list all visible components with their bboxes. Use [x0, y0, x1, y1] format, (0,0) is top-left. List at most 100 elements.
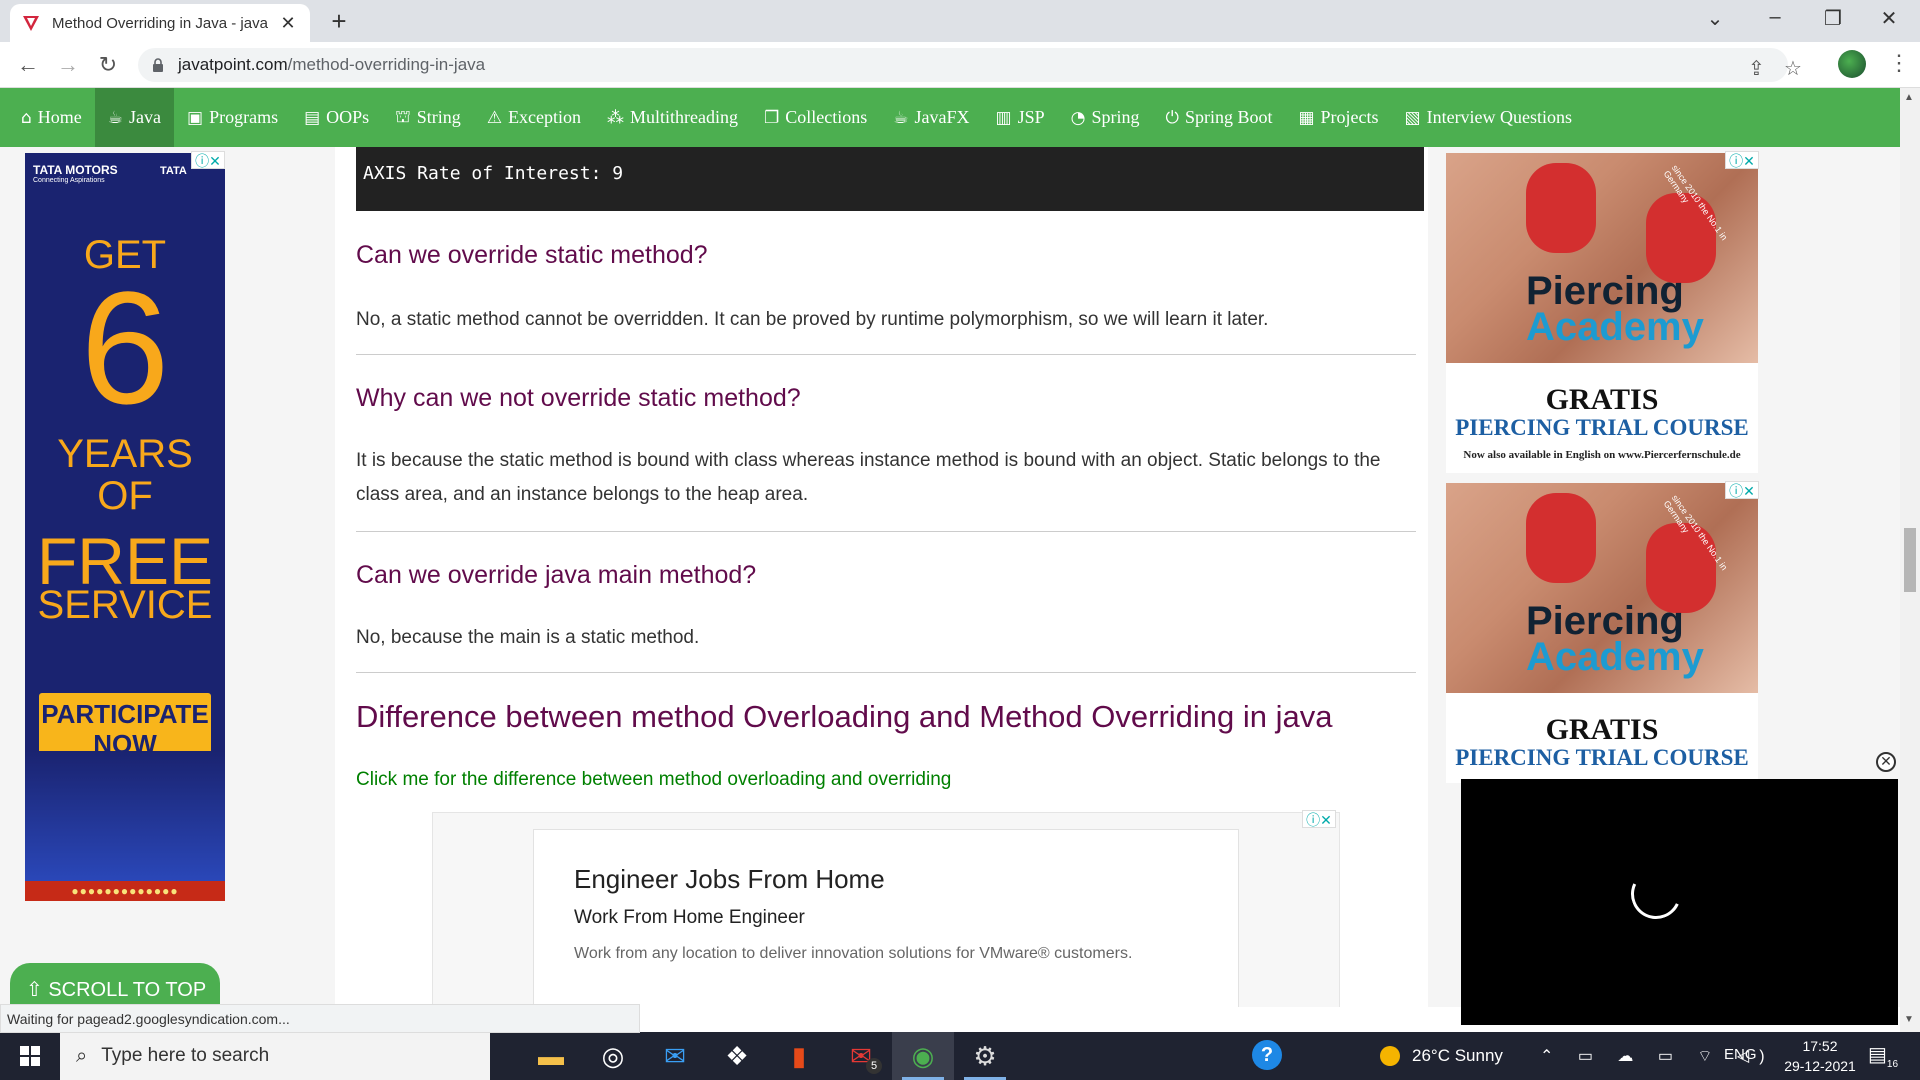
- ad-info-close-icon[interactable]: ⓘ✕: [1725, 481, 1759, 499]
- home-icon: ⌂: [21, 107, 32, 128]
- url-domain: javatpoint.com: [178, 55, 288, 74]
- browser-toolbar: ← → ↻ javatpoint.com/method-overriding-i…: [0, 42, 1920, 88]
- java-cup-icon: ☕: [107, 107, 124, 128]
- weather-text: 26°C Sunny: [1412, 1046, 1503, 1065]
- file-explorer-icon[interactable]: ▬: [520, 1032, 582, 1080]
- piercing-academy-ad[interactable]: since 2010 the No.1 in Germany Piercing A…: [1446, 483, 1758, 783]
- lock-icon: [153, 58, 163, 72]
- browser-tab-active[interactable]: Method Overriding in Java - java ✕: [10, 4, 310, 42]
- ad-info-close-icon[interactable]: ⓘ✕: [191, 151, 225, 169]
- minimize-icon[interactable]: –: [1760, 6, 1790, 29]
- ad-years-text: YEARS OF: [57, 432, 193, 518]
- tab-title: Method Overriding in Java - java: [52, 14, 268, 32]
- weather-widget[interactable]: 26°C Sunny: [1380, 1032, 1503, 1080]
- restore-icon[interactable]: ❐: [1818, 6, 1848, 31]
- scroll-thumb[interactable]: [1904, 528, 1916, 592]
- section-heading: Can we override static method?: [356, 241, 708, 269]
- video-close-icon[interactable]: ✕: [1876, 752, 1896, 772]
- ad-info-close-icon[interactable]: ⓘ✕: [1302, 810, 1336, 828]
- forward-icon[interactable]: →: [54, 52, 82, 78]
- help-icon[interactable]: ?: [1252, 1040, 1282, 1070]
- nav-oops[interactable]: ▤ OOPs: [291, 88, 382, 147]
- engineer-jobs-ad[interactable]: Engineer Jobs From Home Work From Home E…: [432, 812, 1340, 1007]
- gmail-icon[interactable]: ✉ 5: [830, 1032, 892, 1080]
- close-window-icon[interactable]: ✕: [1874, 6, 1904, 31]
- scroll-down-icon[interactable]: ▼: [1904, 1014, 1914, 1025]
- bookmark-star-icon[interactable]: ☆: [1784, 56, 1802, 81]
- ad-card[interactable]: Engineer Jobs From Home Work From Home E…: [533, 829, 1239, 1007]
- ad-subtitle: Work From Home Engineer: [574, 907, 805, 928]
- nav-javafx[interactable]: ☕ JavaFX: [880, 88, 982, 147]
- ad-course: PIERCING TRIAL COURSE: [1455, 745, 1749, 770]
- tata-motors-ad[interactable]: TATA MOTORS Connecting Aspirations TATA G…: [25, 153, 225, 901]
- nav-label: String: [416, 107, 461, 127]
- address-bar[interactable]: javatpoint.com/method-overriding-in-java…: [138, 48, 1802, 82]
- share-icon[interactable]: ⇪: [1748, 56, 1765, 81]
- spring-icon: ◔: [1070, 107, 1086, 128]
- nav-collections[interactable]: ❐ Collections: [751, 88, 880, 147]
- tata-logo: TATA: [160, 165, 187, 177]
- power-icon: ⏻: [1165, 107, 1179, 128]
- ad-note: Now also available in English on www.Pie…: [1463, 449, 1741, 461]
- piercing-academy-ad[interactable]: since 2010 the No.1 in Germany Piercing A…: [1446, 153, 1758, 473]
- browser-tabbar: Method Overriding in Java - java ✕ + ⌄ –…: [0, 0, 1920, 42]
- taskbar-clock[interactable]: 17:52 29-12-2021: [1770, 1036, 1870, 1076]
- nav-projects[interactable]: ▦ Projects: [1285, 88, 1391, 147]
- settings-gear-icon[interactable]: ⚙: [954, 1032, 1016, 1080]
- ad-info-close-icon[interactable]: ⓘ✕: [1725, 151, 1759, 169]
- section-text: No, a static method cannot be overridden…: [356, 309, 1269, 330]
- tab-search-chevron-icon[interactable]: ⌄: [1700, 6, 1730, 31]
- notification-center-icon[interactable]: ▤16: [1868, 1042, 1898, 1070]
- nav-jsp[interactable]: ▥ JSP: [983, 88, 1058, 147]
- cortana-icon[interactable]: ◎: [582, 1032, 644, 1080]
- ad-title: Piercing Academy: [1526, 599, 1704, 679]
- nav-java[interactable]: ☕ Java: [94, 88, 175, 147]
- page-scrollbar[interactable]: ▲ ▼: [1900, 88, 1920, 1032]
- nav-label: Spring Boot: [1184, 107, 1273, 127]
- back-icon[interactable]: ←: [14, 52, 42, 78]
- search-icon: ⌕: [76, 1044, 88, 1067]
- floating-video-player[interactable]: [1461, 779, 1898, 1025]
- nav-interview-questions[interactable]: ▧ Interview Questions: [1392, 88, 1586, 147]
- nav-multithreading[interactable]: ⁂ Multithreading: [594, 88, 751, 147]
- loading-spinner-icon: [1623, 861, 1689, 927]
- section-text: It is because the static method is bound…: [356, 450, 1381, 505]
- nav-home[interactable]: ⌂ Home: [8, 88, 95, 147]
- browser-menu-icon[interactable]: ⋮: [1888, 50, 1910, 76]
- nav-string[interactable]: ⛫ String: [382, 88, 474, 147]
- ad-description: Work from any location to deliver innova…: [574, 945, 1133, 962]
- office-icon[interactable]: ▮: [768, 1032, 830, 1080]
- projects-icon: ▦: [1298, 107, 1315, 128]
- ad-title[interactable]: Engineer Jobs From Home: [574, 864, 1198, 895]
- nav-programs[interactable]: ▣ Programs: [174, 88, 291, 147]
- start-button[interactable]: [0, 1032, 60, 1080]
- taskbar-search[interactable]: ⌕ Type here to search: [60, 1032, 490, 1080]
- new-tab-icon[interactable]: +: [324, 6, 354, 37]
- divider: [356, 354, 1416, 355]
- monitor-icon: ▣: [187, 107, 204, 128]
- ad-gratis: GRATIS: [1545, 713, 1659, 746]
- glove-shape: [1526, 163, 1596, 253]
- collections-icon: ❐: [764, 107, 780, 128]
- gmail-badge: 5: [866, 1058, 882, 1074]
- tab-close-icon[interactable]: ✕: [278, 13, 298, 34]
- divider: [356, 672, 1416, 673]
- dropbox-icon[interactable]: ❖: [706, 1032, 768, 1080]
- mail-icon[interactable]: ✉: [644, 1032, 706, 1080]
- difference-link[interactable]: Click me for the difference between meth…: [356, 769, 1416, 791]
- search-placeholder: Type here to search: [101, 1045, 270, 1066]
- city-skyline-image: [25, 751, 225, 881]
- nav-spring-boot[interactable]: ⏻ Spring Boot: [1152, 88, 1285, 147]
- language-indicator[interactable]: ENG: [1724, 1046, 1757, 1063]
- chrome-icon[interactable]: ◉: [892, 1032, 954, 1080]
- nav-exception[interactable]: ⚠ Exception: [474, 88, 594, 147]
- ad-service-text: SERVICE: [37, 583, 213, 627]
- profile-avatar[interactable]: [1838, 50, 1866, 78]
- javafx-icon: ☕: [893, 107, 909, 128]
- scroll-to-top-button[interactable]: ⇧ SCROLL TO TOP: [10, 963, 220, 1007]
- nav-label: Spring: [1091, 107, 1140, 127]
- reload-icon[interactable]: ↻: [94, 52, 122, 78]
- ad-number-text: 6: [80, 258, 170, 437]
- nav-spring[interactable]: ◔ Spring: [1058, 88, 1153, 147]
- scroll-up-icon[interactable]: ▲: [1904, 92, 1914, 103]
